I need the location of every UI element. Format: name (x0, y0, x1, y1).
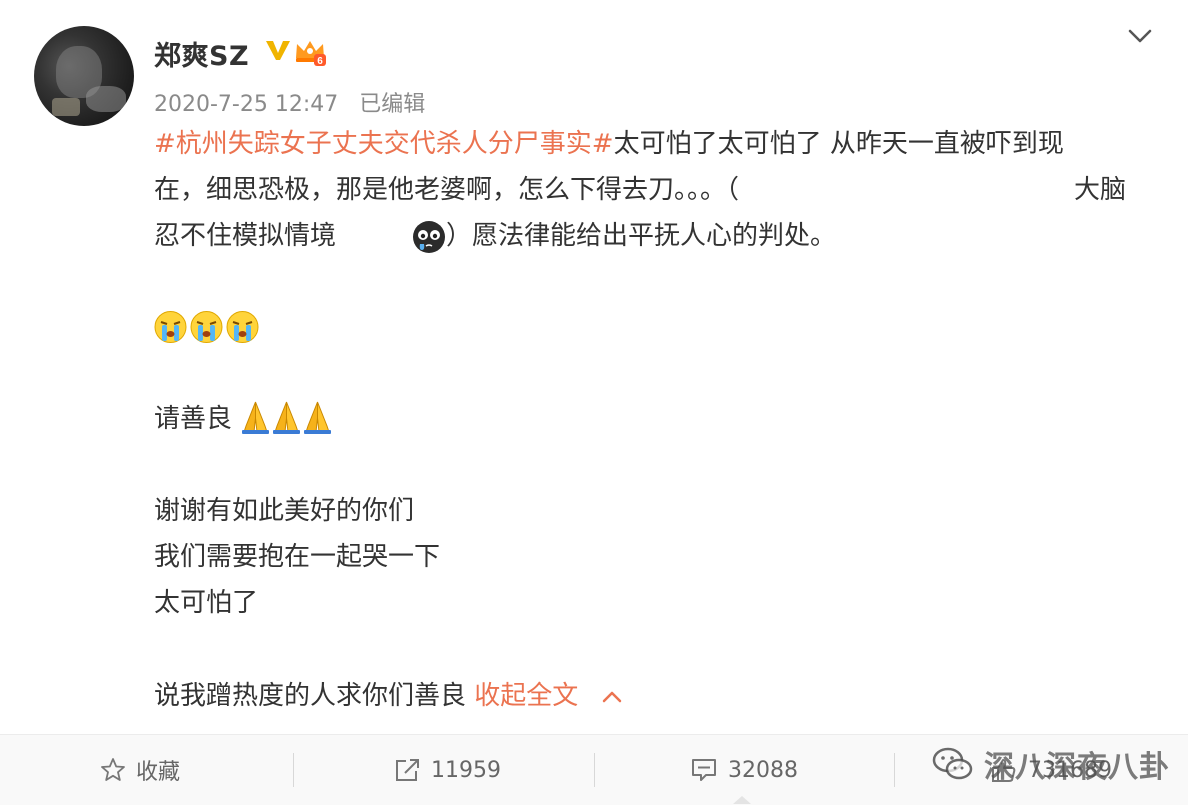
post-line-5: 请善良 (154, 402, 232, 436)
comment-pointer (733, 796, 751, 804)
prayer-hands-icon (273, 401, 300, 434)
star-icon (101, 758, 125, 781)
comment-icon (692, 759, 716, 781)
username[interactable]: 郑爽SZ (154, 34, 249, 73)
edited-label[interactable]: 已编辑 (359, 92, 425, 117)
collapse-label[interactable]: 收起全文 (474, 681, 578, 711)
crying-emoji-icon (190, 311, 223, 343)
favorite-label: 收藏 (136, 760, 181, 785)
wechat-icon (932, 747, 973, 780)
watermark: 深八深夜八卦 (930, 734, 1170, 794)
avatar-item (52, 98, 80, 116)
prayer-hands-icon (304, 401, 331, 434)
post-line-7: 我们需要抱在一起哭一下 (154, 542, 441, 572)
collapse-button[interactable]: 收起全文 (474, 681, 622, 711)
crying-emoji-icon (226, 311, 259, 343)
watermark-text: 深八深夜八卦 (984, 750, 1170, 785)
avatar-hand (86, 86, 126, 112)
verified-v-icon (266, 41, 290, 60)
repost-count: 11959 (431, 757, 501, 783)
vip-crown-icon: 6 (296, 41, 326, 67)
post-text-5: 请善良 (154, 404, 233, 434)
chevron-up-icon[interactable] (601, 689, 623, 705)
topic-link[interactable]: #杭州失踪女子丈夫交代杀人分尸事实# (154, 129, 614, 159)
post-timestamp[interactable]: 2020-7-25 12:47 (154, 92, 338, 117)
scared-emoji-icon (413, 221, 445, 253)
crying-emoji-icon (154, 311, 187, 343)
post-line-3: 忍不住模拟情境 (154, 219, 336, 253)
post-line-6: 谢谢有如此美好的你们 (154, 496, 415, 526)
avatar[interactable] (34, 26, 134, 126)
post-line-2b: 大脑 (1074, 173, 1126, 207)
crying-emoji-row (154, 310, 259, 344)
post-line-9: 说我蹭热度的人求你们善良 收起全文 (154, 679, 623, 713)
post-text-2b: 大脑 (1074, 175, 1127, 205)
comment-button[interactable]: 32088 (690, 735, 798, 805)
post-line-8: 太可怕了 (154, 588, 259, 618)
action-divider (594, 753, 595, 787)
svg-text:6: 6 (317, 56, 323, 67)
post-line-2: 在，细思恐极，那是他老婆啊，怎么下得去刀。。。（ (154, 173, 739, 207)
share-icon (396, 759, 419, 781)
post-meta: 2020-7-25 12:47 已编辑 (154, 86, 425, 118)
action-divider (293, 753, 294, 787)
prayer-hands-icon (242, 401, 269, 434)
action-divider (894, 753, 895, 787)
favorite-button[interactable]: 收藏 (100, 735, 180, 805)
post-text-3a: 忍不住模拟情境 (154, 221, 337, 251)
post-text-1: 太可怕了太可怕了 从昨天一直被吓到现 (613, 129, 1064, 159)
post-text-2a: 在，细思恐极，那是他老婆啊，怎么下得去刀。。。（ (154, 175, 740, 205)
chevron-down-icon[interactable] (1126, 26, 1154, 46)
post-text-3b: ）愿法律能给出平抚人心的判处。 (446, 221, 837, 251)
post-line-3b: ）愿法律能给出平抚人心的判处。 (446, 219, 836, 253)
prayer-row (240, 400, 333, 434)
comment-count: 32088 (728, 757, 798, 783)
post-line-1: #杭州失踪女子丈夫交代杀人分尸事实#太可怕了太可怕了 从昨天一直被吓到现 (154, 127, 1064, 161)
post-text-9: 说我蹭热度的人求你们善良 (154, 681, 467, 711)
repost-button[interactable]: 11959 (393, 735, 501, 805)
